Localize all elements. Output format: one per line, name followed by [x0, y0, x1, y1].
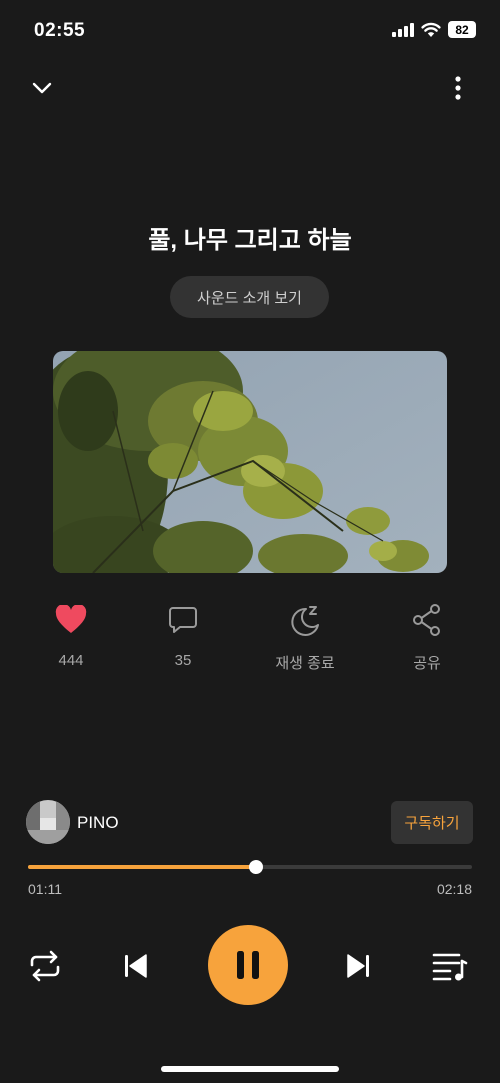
more-options-button[interactable]	[444, 74, 472, 102]
status-time: 02:55	[34, 20, 86, 41]
playlist-button[interactable]	[430, 947, 470, 985]
playback-controls	[0, 925, 500, 1005]
skip-next-icon	[347, 954, 369, 978]
skip-previous-icon	[125, 954, 147, 978]
track-artwork	[53, 351, 447, 573]
sleep-timer-button[interactable]: 재생 종료	[245, 596, 365, 673]
sound-intro-button[interactable]: 사운드 소개 보기	[170, 276, 329, 318]
cellular-signal-icon	[392, 22, 414, 37]
status-icons: 82	[392, 21, 476, 38]
playlist-icon	[432, 953, 468, 981]
like-button[interactable]: 444	[11, 596, 131, 669]
share-button[interactable]: 공유	[367, 596, 487, 673]
more-vertical-icon	[455, 76, 461, 100]
battery-indicator: 82	[448, 21, 476, 38]
sleep-timer-label: 재생 종료	[275, 655, 335, 672]
progress-fill	[28, 865, 257, 869]
total-duration: 02:18	[436, 881, 472, 897]
comment-count: 35	[174, 652, 192, 669]
heart-icon	[55, 596, 87, 644]
next-button[interactable]	[340, 947, 378, 985]
track-title: 풀, 나무 그리고 하늘	[148, 227, 352, 254]
elapsed-time: 01:11	[28, 881, 62, 897]
wifi-icon	[421, 22, 441, 37]
share-icon	[411, 596, 443, 644]
progress-thumb[interactable]	[249, 860, 264, 874]
top-bar	[0, 70, 500, 106]
previous-button[interactable]	[116, 947, 154, 985]
pause-icon	[237, 951, 259, 979]
artwork-image	[53, 351, 447, 573]
home-indicator	[161, 1066, 339, 1072]
artist-row: PINO 구독하기	[0, 800, 500, 846]
avatar-image	[26, 800, 70, 844]
repeat-icon	[30, 950, 60, 982]
artist-name[interactable]: PINO	[77, 813, 119, 833]
artist-avatar[interactable]	[26, 800, 70, 844]
repeat-button[interactable]	[26, 947, 64, 985]
status-bar: 02:55 82	[0, 0, 500, 62]
action-row: 444 35 재생 종료 공유	[0, 596, 500, 676]
share-label: 공유	[413, 655, 441, 672]
subscribe-button[interactable]: 구독하기	[391, 801, 473, 844]
like-count: 444	[58, 652, 84, 669]
chevron-down-icon	[32, 82, 52, 94]
progress-bar[interactable]	[28, 860, 472, 874]
collapse-button[interactable]	[28, 74, 56, 102]
comment-icon	[167, 596, 199, 644]
pause-button[interactable]	[208, 925, 288, 1005]
comment-button[interactable]: 35	[123, 596, 243, 669]
sleep-timer-icon	[288, 596, 322, 644]
